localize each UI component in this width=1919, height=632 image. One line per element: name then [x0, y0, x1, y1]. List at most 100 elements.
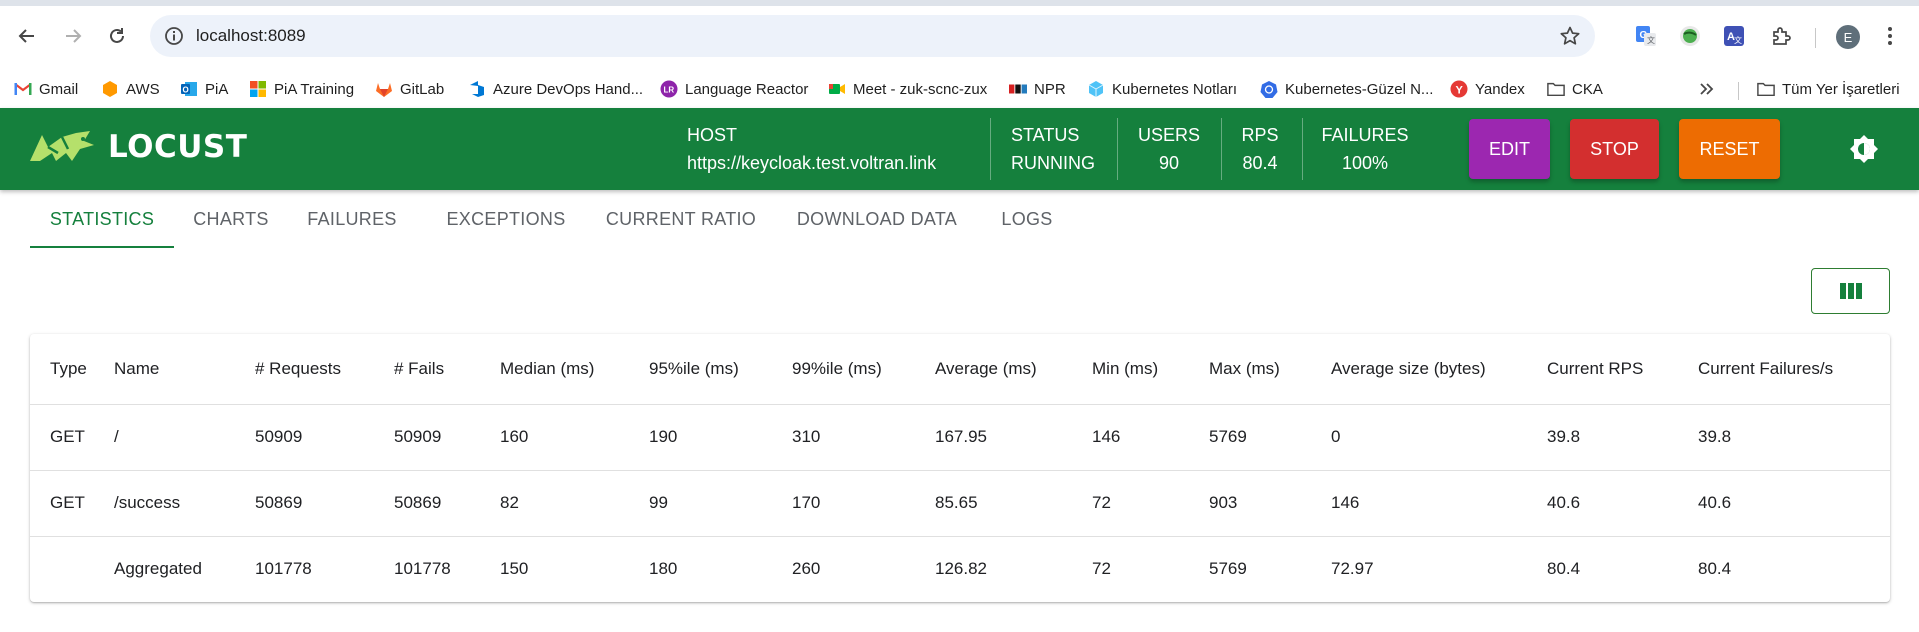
bookmark-star-icon[interactable] — [1559, 25, 1581, 52]
more-bookmarks-button[interactable] — [1698, 76, 1716, 102]
bookmark-kubernetes-notlari[interactable]: Kubernetes Notları — [1087, 76, 1237, 102]
url-text[interactable]: localhost:8089 — [196, 26, 306, 46]
view-column-icon — [1839, 283, 1862, 299]
edit-button[interactable]: EDIT — [1469, 119, 1550, 179]
table-cell: 40.6 — [1698, 470, 1890, 537]
table-cell: 99 — [649, 470, 792, 537]
table-cell: 190 — [649, 404, 792, 471]
back-button[interactable] — [11, 20, 43, 52]
table-cell: 80.4 — [1698, 559, 1732, 579]
aws-icon — [101, 80, 119, 98]
header-divider — [990, 118, 991, 180]
bookmark-aws[interactable]: AWS — [101, 76, 160, 102]
theme-toggle-button[interactable] — [1849, 134, 1879, 164]
column-header[interactable]: Current RPS — [1547, 334, 1698, 405]
table-cell: 150 — [500, 559, 529, 579]
column-selector-button[interactable] — [1811, 268, 1890, 314]
outlook-icon: O — [180, 80, 198, 98]
table-cell: 72.97 — [1331, 559, 1374, 579]
browser-menu-button[interactable] — [1880, 22, 1900, 50]
failures-label: FAILURES — [1321, 125, 1409, 145]
forward-button[interactable] — [57, 20, 89, 52]
bookmark-gmail[interactable]: Gmail — [14, 76, 78, 102]
tab-statistics[interactable]: STATISTICS — [30, 190, 174, 248]
site-info-icon[interactable] — [164, 26, 184, 51]
tab-download-data[interactable]: DOWNLOAD DATA — [778, 190, 976, 248]
address-bar[interactable]: localhost:8089 — [150, 15, 1595, 57]
column-header[interactable]: Current Failures/s — [1698, 334, 1890, 405]
reset-button[interactable]: RESET — [1679, 119, 1780, 179]
column-header[interactable]: Average (ms) — [935, 334, 1092, 405]
folder-icon — [1757, 80, 1775, 98]
browser-toolbar: localhost:8089 G文 A文 E — [0, 6, 1919, 70]
bookmark-gitlab[interactable]: GitLab — [375, 76, 444, 102]
table-cell: /success — [114, 470, 255, 537]
table-cell: 50869 — [394, 470, 500, 537]
column-header[interactable]: Min (ms) — [1092, 334, 1209, 405]
translate-extension-icon[interactable]: A文 — [1722, 24, 1746, 48]
google-translate-icon[interactable]: G文 — [1634, 24, 1658, 48]
bookmark-pia[interactable]: O PiA — [180, 76, 228, 102]
bookmark-label: PiA — [205, 80, 229, 98]
bookmark-npr[interactable]: NPR — [1009, 76, 1066, 102]
status-label: STATUS — [1011, 125, 1080, 145]
all-bookmarks-folder[interactable]: Tüm Yer İşaretleri — [1757, 76, 1900, 102]
bookmark-pia-training[interactable]: PiA Training — [249, 76, 354, 102]
column-header[interactable]: # Requests — [255, 334, 394, 405]
table-cell: 101778 — [255, 559, 312, 579]
table-cell: 180 — [649, 559, 678, 579]
cube-icon — [1087, 80, 1105, 98]
arrow-left-icon — [18, 29, 34, 43]
tab-exceptions[interactable]: EXCEPTIONS — [428, 190, 584, 248]
kubernetes-icon — [1260, 80, 1278, 98]
bookmarks-bar: Gmail AWS O PiA PiA Training GitLab Azur… — [0, 70, 1919, 108]
table-cell: / — [114, 404, 255, 471]
bookmark-label: Azure DevOps Hand... — [493, 80, 644, 98]
bookmark-kubernetes-guzel[interactable]: Kubernetes-Güzel N... — [1260, 76, 1433, 102]
column-header[interactable]: Median (ms) — [500, 334, 649, 405]
table-cell: 903 — [1209, 470, 1331, 537]
table-header-row: Type Name # Requests # Fails Median (ms)… — [30, 334, 1890, 405]
column-header[interactable]: 99%ile (ms) — [792, 334, 935, 405]
tab-logs[interactable]: LOGS — [986, 190, 1068, 248]
bookmark-cka-folder[interactable]: CKA — [1547, 76, 1603, 102]
column-header[interactable]: Type — [30, 334, 114, 405]
main-tabs: STATISTICS CHARTS FAILURES EXCEPTIONS CU… — [30, 190, 1890, 250]
column-header[interactable]: Max (ms) — [1209, 334, 1331, 405]
bookmark-yandex[interactable]: Y Yandex — [1450, 76, 1525, 102]
stop-button[interactable]: STOP — [1570, 119, 1659, 179]
column-header[interactable]: 95%ile (ms) — [649, 334, 792, 405]
reload-button[interactable] — [101, 20, 133, 52]
rps-label: RPS — [1241, 125, 1279, 145]
table-cell: 72 — [1092, 559, 1111, 579]
column-header[interactable]: # Fails — [394, 334, 500, 405]
bookmark-label: Kubernetes-Güzel N... — [1285, 80, 1434, 98]
table-cell: 50869 — [255, 470, 394, 537]
tab-charts[interactable]: CHARTS — [180, 190, 282, 248]
bookmark-azure-devops[interactable]: Azure DevOps Hand... — [468, 76, 643, 102]
profile-avatar[interactable]: E — [1836, 25, 1860, 49]
bookmark-meet[interactable]: Meet - zuk-scnc-zux — [828, 76, 987, 102]
extensions-puzzle-icon[interactable] — [1769, 24, 1793, 48]
table-cell: Aggregated — [114, 559, 202, 579]
locust-logo[interactable]: LOCUST — [28, 127, 247, 167]
table-cell: 260 — [792, 559, 821, 579]
tab-current-ratio[interactable]: CURRENT RATIO — [588, 190, 774, 248]
table-cell: 40.6 — [1547, 470, 1698, 537]
globe-extension-icon[interactable] — [1678, 24, 1702, 48]
host-value: https://keycloak.test.voltran.link — [687, 153, 937, 173]
bookmark-language-reactor[interactable]: LR Language Reactor — [660, 76, 808, 102]
svg-text:Y: Y — [1456, 85, 1464, 97]
header-divider — [1117, 118, 1118, 180]
column-header[interactable]: Name — [114, 334, 255, 405]
rps-value: 80.4 — [1242, 153, 1278, 173]
table-cell: 39.8 — [1547, 404, 1698, 471]
column-header[interactable]: Average size (bytes) — [1331, 334, 1547, 405]
microsoft-icon — [249, 80, 267, 98]
active-tab-indicator — [30, 246, 174, 248]
yandex-icon: Y — [1450, 80, 1468, 98]
bookmark-label: Meet - zuk-scnc-zux — [853, 80, 988, 98]
host-stat: HOST https://keycloak.test.voltran.link — [687, 122, 936, 178]
locust-header: LOCUST HOST https://keycloak.test.voltra… — [0, 108, 1919, 190]
tab-failures[interactable]: FAILURES — [294, 190, 410, 248]
